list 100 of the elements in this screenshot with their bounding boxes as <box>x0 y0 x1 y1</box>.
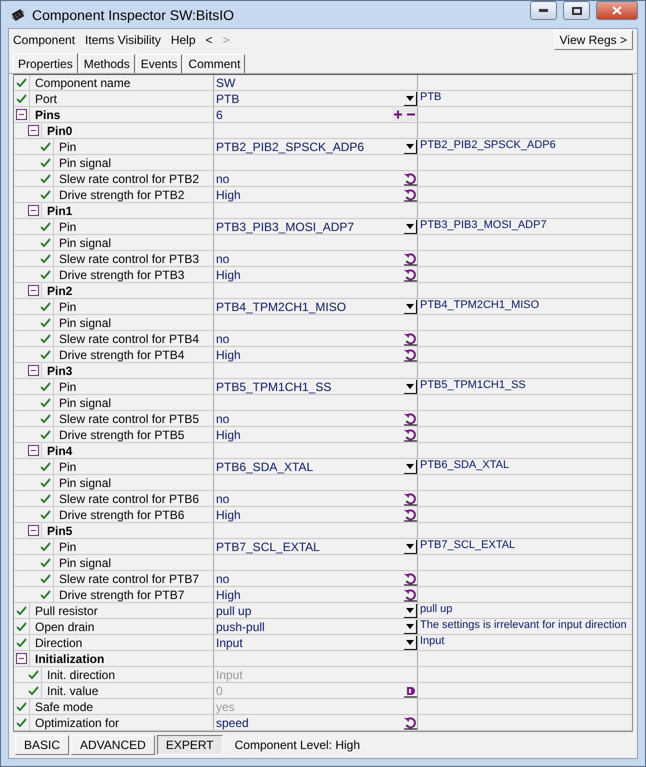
reset-icon[interactable] <box>404 252 417 266</box>
property-name: Pull resistor <box>34 604 98 618</box>
caret-icon <box>406 224 414 228</box>
minimize-button[interactable] <box>530 1 557 20</box>
dropdown-button[interactable] <box>404 620 417 634</box>
menu-item[interactable]: Component <box>13 33 76 47</box>
reset-icon[interactable] <box>404 332 417 346</box>
property-value: PTB4_TPM2CH1_MISO <box>216 300 348 314</box>
property-name: Slew rate control for PTB4 <box>58 332 200 346</box>
dropdown-button[interactable] <box>404 300 417 314</box>
property-name: Drive strength for PTB7 <box>58 588 184 602</box>
tab[interactable]: Methods <box>78 54 135 73</box>
reset-icon[interactable] <box>404 412 417 426</box>
collapse-icon[interactable] <box>28 365 39 376</box>
property-name: Drive strength for PTB6 <box>58 508 184 522</box>
collapse-icon[interactable] <box>16 109 27 120</box>
caret-icon <box>406 144 414 148</box>
caret-icon <box>406 640 414 644</box>
minimize-icon <box>539 9 548 12</box>
dropdown-button[interactable] <box>404 92 417 106</box>
property-name: Pin signal <box>58 476 112 490</box>
property-value: PTB6_SDA_XTAL <box>216 460 314 474</box>
property-value: High <box>216 348 242 362</box>
level-button[interactable]: BASIC <box>15 735 70 755</box>
property-value: PTB5_TPM1CH1_SS <box>216 380 332 394</box>
property-name: Pin <box>58 380 76 394</box>
reset-icon[interactable] <box>404 508 417 522</box>
caret-icon <box>406 544 414 548</box>
reset-icon[interactable] <box>404 348 417 362</box>
property-name: Slew rate control for PTB2 <box>58 172 200 186</box>
reset-icon[interactable] <box>404 268 417 282</box>
property-name: Pin <box>58 540 76 554</box>
dropdown-button[interactable] <box>404 460 417 474</box>
property-name: Drive strength for PTB3 <box>58 268 184 282</box>
dropdown-button[interactable] <box>404 604 417 618</box>
tab[interactable]: Properties <box>13 53 78 73</box>
close-button[interactable] <box>596 1 638 20</box>
property-name: Pin1 <box>46 204 72 218</box>
level-button[interactable]: EXPERT <box>156 735 223 755</box>
dropdown-button[interactable] <box>404 220 417 234</box>
minus-icon[interactable] <box>405 108 417 121</box>
property-name: Pin5 <box>46 524 72 538</box>
collapse-icon[interactable] <box>28 445 39 456</box>
property-name: Pin signal <box>58 556 112 570</box>
property-value: High <box>216 268 242 282</box>
property-value: pull up <box>216 604 252 618</box>
property-name: Pin3 <box>46 364 72 378</box>
property-info: PTB5_TPM1CH1_SS <box>419 379 526 393</box>
caret-icon <box>406 304 414 308</box>
property-info: Input <box>419 635 444 649</box>
property-value: Input <box>216 636 244 650</box>
property-name: Pin signal <box>58 236 112 250</box>
window-title: Component Inspector SW:BitsIO <box>32 6 236 22</box>
reset-icon[interactable] <box>404 428 417 442</box>
property-value: no <box>216 412 230 426</box>
menu-item[interactable]: Help <box>170 33 196 47</box>
property-name: Pin <box>58 140 76 154</box>
maximize-icon <box>572 6 582 14</box>
property-value: yes <box>216 700 236 714</box>
property-name: Pin <box>58 300 76 314</box>
property-name: Safe mode <box>34 700 94 714</box>
maximize-button[interactable] <box>563 1 590 20</box>
reset-icon[interactable] <box>404 188 417 202</box>
close-icon <box>612 6 622 15</box>
property-name: Port <box>34 92 58 106</box>
collapse-icon[interactable] <box>28 525 39 536</box>
dropdown-button[interactable] <box>404 380 417 394</box>
view-regs-button[interactable]: View Regs > <box>554 30 633 50</box>
property-info: PTB7_SCL_EXTAL <box>419 539 516 553</box>
tab[interactable]: Comment <box>183 54 246 73</box>
caret-icon <box>406 96 414 100</box>
property-value: speed <box>216 716 250 730</box>
reset-icon[interactable] <box>404 716 417 730</box>
property-value: PTB7_SCL_EXTAL <box>216 540 321 554</box>
reset-icon[interactable] <box>404 572 417 586</box>
dropdown-button[interactable] <box>404 636 417 650</box>
dropdown-button[interactable] <box>404 140 417 154</box>
back-arrow[interactable]: < <box>206 33 213 47</box>
property-value: no <box>216 492 230 506</box>
plus-icon[interactable] <box>392 108 404 121</box>
property-value: High <box>216 588 242 602</box>
dropdown-button[interactable] <box>404 540 417 554</box>
property-name: Init. value <box>46 684 98 698</box>
property-value: Input <box>216 668 244 682</box>
reset-icon[interactable] <box>404 492 417 506</box>
reset-icon[interactable] <box>404 172 417 186</box>
property-name: Drive strength for PTB5 <box>58 428 184 442</box>
property-value: PTB2_PIB2_SPSCK_ADP6 <box>216 140 366 154</box>
collapse-icon[interactable] <box>28 285 39 296</box>
property-name: Pin signal <box>58 156 112 170</box>
level-button[interactable]: ADVANCED <box>71 735 155 755</box>
reset-icon[interactable] <box>404 588 417 602</box>
collapse-icon[interactable] <box>28 205 39 216</box>
property-name: Pin <box>58 460 76 474</box>
property-value: no <box>216 572 230 586</box>
menu-item[interactable]: Items Visibility <box>85 33 161 47</box>
collapse-icon[interactable] <box>16 653 27 664</box>
collapse-icon[interactable] <box>28 125 39 136</box>
tab[interactable]: Events <box>136 54 182 73</box>
property-value: no <box>216 332 230 346</box>
